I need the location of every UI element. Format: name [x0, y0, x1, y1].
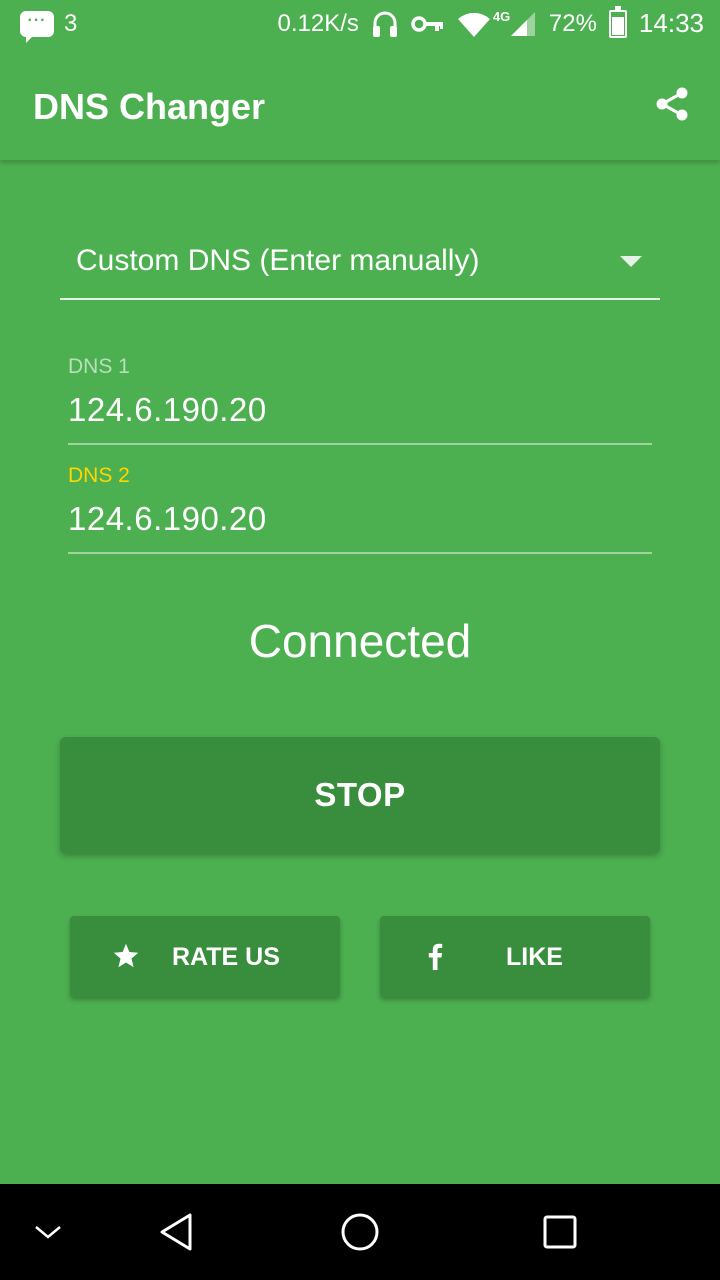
- dns2-input[interactable]: 124.6.190.20: [68, 500, 267, 538]
- battery-percent: 72%: [548, 9, 597, 37]
- clock: 14:33: [638, 8, 704, 38]
- app-bar: DNS Changer: [0, 50, 720, 160]
- nav-back[interactable]: [148, 1184, 204, 1280]
- dropdown-arrow-icon: [620, 256, 642, 267]
- nav-recents[interactable]: [532, 1184, 588, 1280]
- headset-icon: [372, 11, 397, 37]
- facebook-icon: [428, 943, 443, 970]
- stop-button[interactable]: STOP: [60, 737, 660, 853]
- wifi-icon: [457, 12, 490, 37]
- wifi-group: 4G: [457, 9, 511, 39]
- nav-collapse[interactable]: [20, 1184, 76, 1280]
- rate-us-button[interactable]: RATE US: [70, 916, 340, 997]
- app-title: DNS Changer: [33, 86, 266, 127]
- status-bar-right: 0.12K/s 4G 72% 14:33: [277, 5, 704, 39]
- status-bar: ··· 3 0.12K/s 4G 72% 14:33: [0, 0, 720, 50]
- dns1-input[interactable]: 124.6.190.20: [68, 391, 267, 429]
- nav-home[interactable]: [332, 1184, 388, 1280]
- notification-count: 3: [64, 10, 78, 37]
- message-icon: ···: [20, 11, 54, 43]
- like-label: LIKE: [506, 943, 563, 971]
- connection-status: Connected: [248, 615, 472, 667]
- battery-icon: [608, 5, 627, 38]
- net-speed: 0.12K/s: [277, 9, 359, 37]
- navigation-bar: [0, 1184, 720, 1280]
- dns1-label: DNS 1: [68, 355, 130, 378]
- rate-us-label: RATE US: [172, 943, 280, 971]
- dns2-field[interactable]: DNS 2 124.6.190.20: [68, 464, 652, 554]
- dns-provider-selected: Custom DNS (Enter manually): [76, 244, 480, 277]
- back-icon: [160, 1213, 192, 1251]
- home-icon: [341, 1213, 379, 1251]
- vpn-key-icon: [411, 15, 443, 32]
- dns-provider-dropdown[interactable]: Custom DNS (Enter manually): [60, 230, 660, 300]
- network-type: 4G: [492, 8, 511, 24]
- dns1-field[interactable]: DNS 1 124.6.190.20: [68, 355, 652, 445]
- share-icon[interactable]: [654, 86, 690, 122]
- battery-level: [611, 17, 624, 35]
- status-bar-left: ··· 3: [20, 10, 78, 43]
- recents-icon: [543, 1215, 577, 1249]
- signal-icon: [510, 11, 535, 36]
- dns2-label: DNS 2: [68, 464, 130, 487]
- like-button[interactable]: LIKE: [380, 916, 650, 997]
- collapse-icon: [35, 1226, 61, 1239]
- star-icon: [113, 943, 139, 968]
